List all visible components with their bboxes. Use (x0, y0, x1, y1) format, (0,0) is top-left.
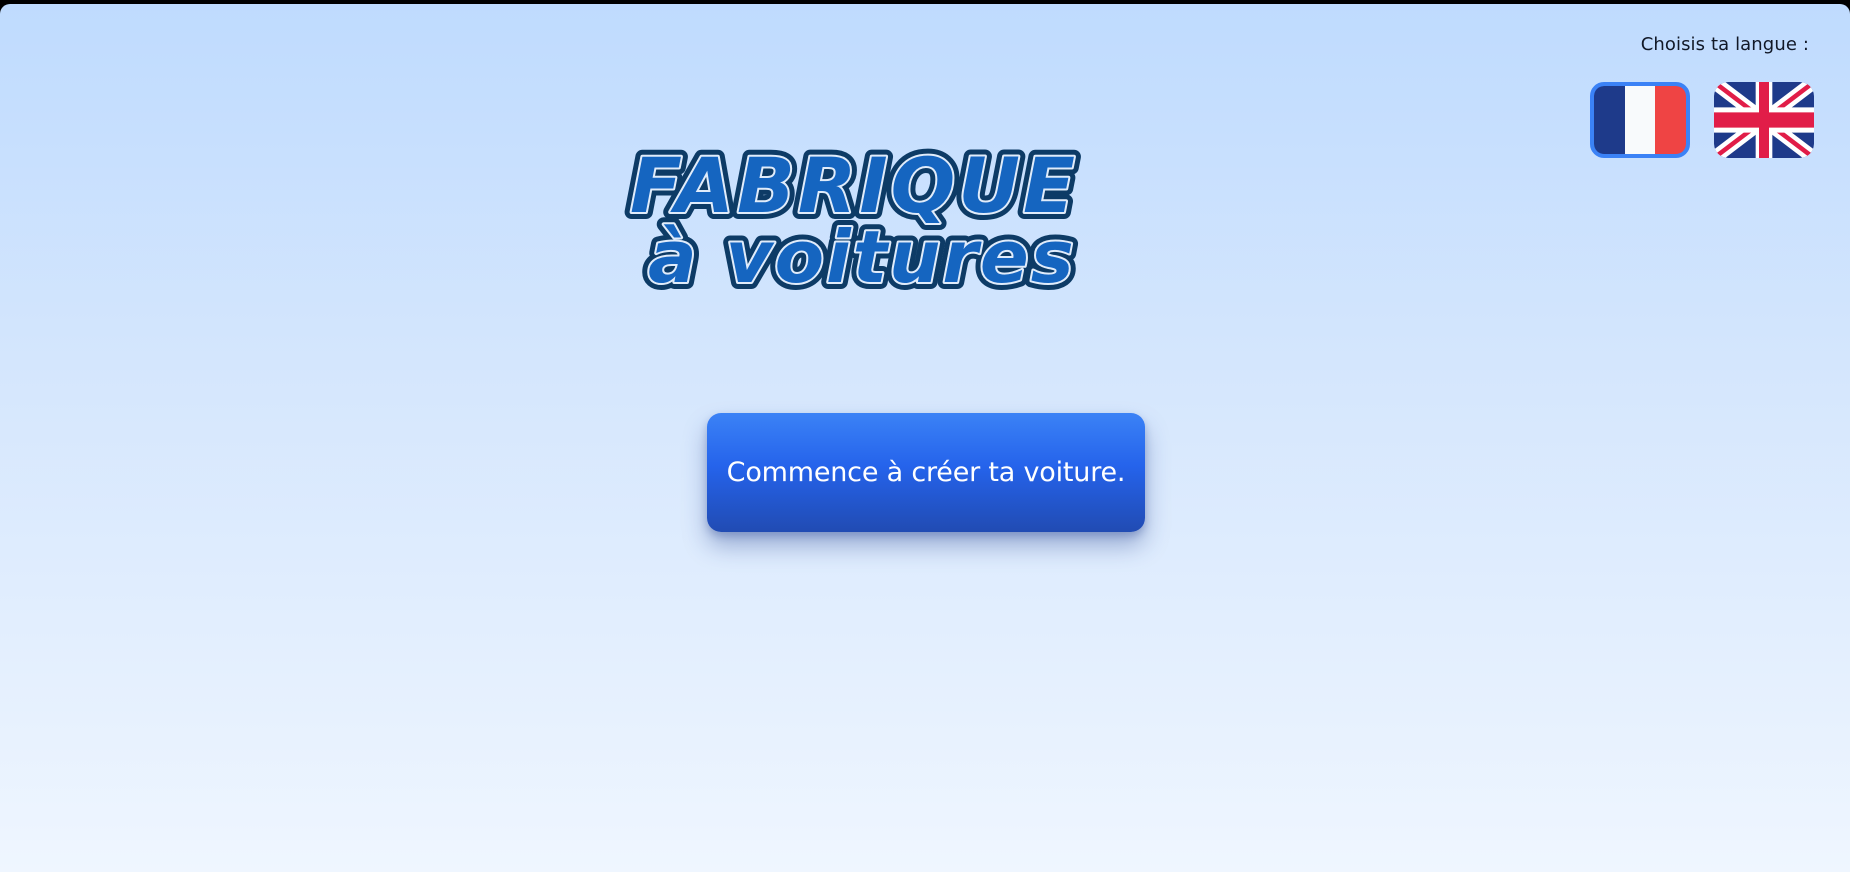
uk-flag-icon (1714, 82, 1814, 158)
language-selector: Choisis ta langue : (1590, 4, 1850, 164)
english-language-button[interactable] (1714, 82, 1814, 158)
app-window: Choisis ta langue : FABRIQUE FABRIQUE FA… (0, 4, 1850, 872)
start-creating-button[interactable]: Commence à créer ta voiture. (707, 413, 1145, 532)
logo-line-2-fill: à voitures (648, 215, 1076, 294)
app-logo: FABRIQUE FABRIQUE FABRIQUE à voitures à … (623, 134, 1082, 294)
language-label: Choisis ta langue : (1640, 34, 1809, 55)
french-language-button[interactable] (1590, 82, 1690, 158)
french-flag-icon (1594, 86, 1686, 154)
